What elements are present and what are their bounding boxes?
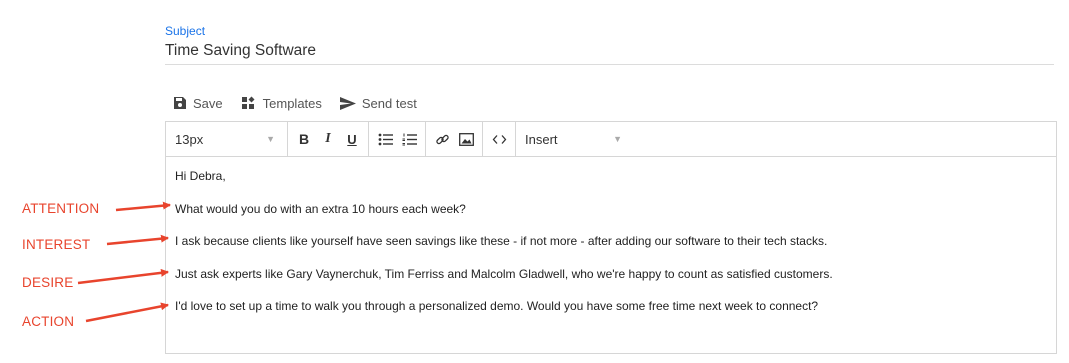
arrow-interest <box>106 234 169 246</box>
arrow-action <box>85 302 169 323</box>
arrow-desire <box>77 268 169 285</box>
arrow-attention <box>115 201 171 212</box>
annotation-arrows <box>77 201 171 323</box>
